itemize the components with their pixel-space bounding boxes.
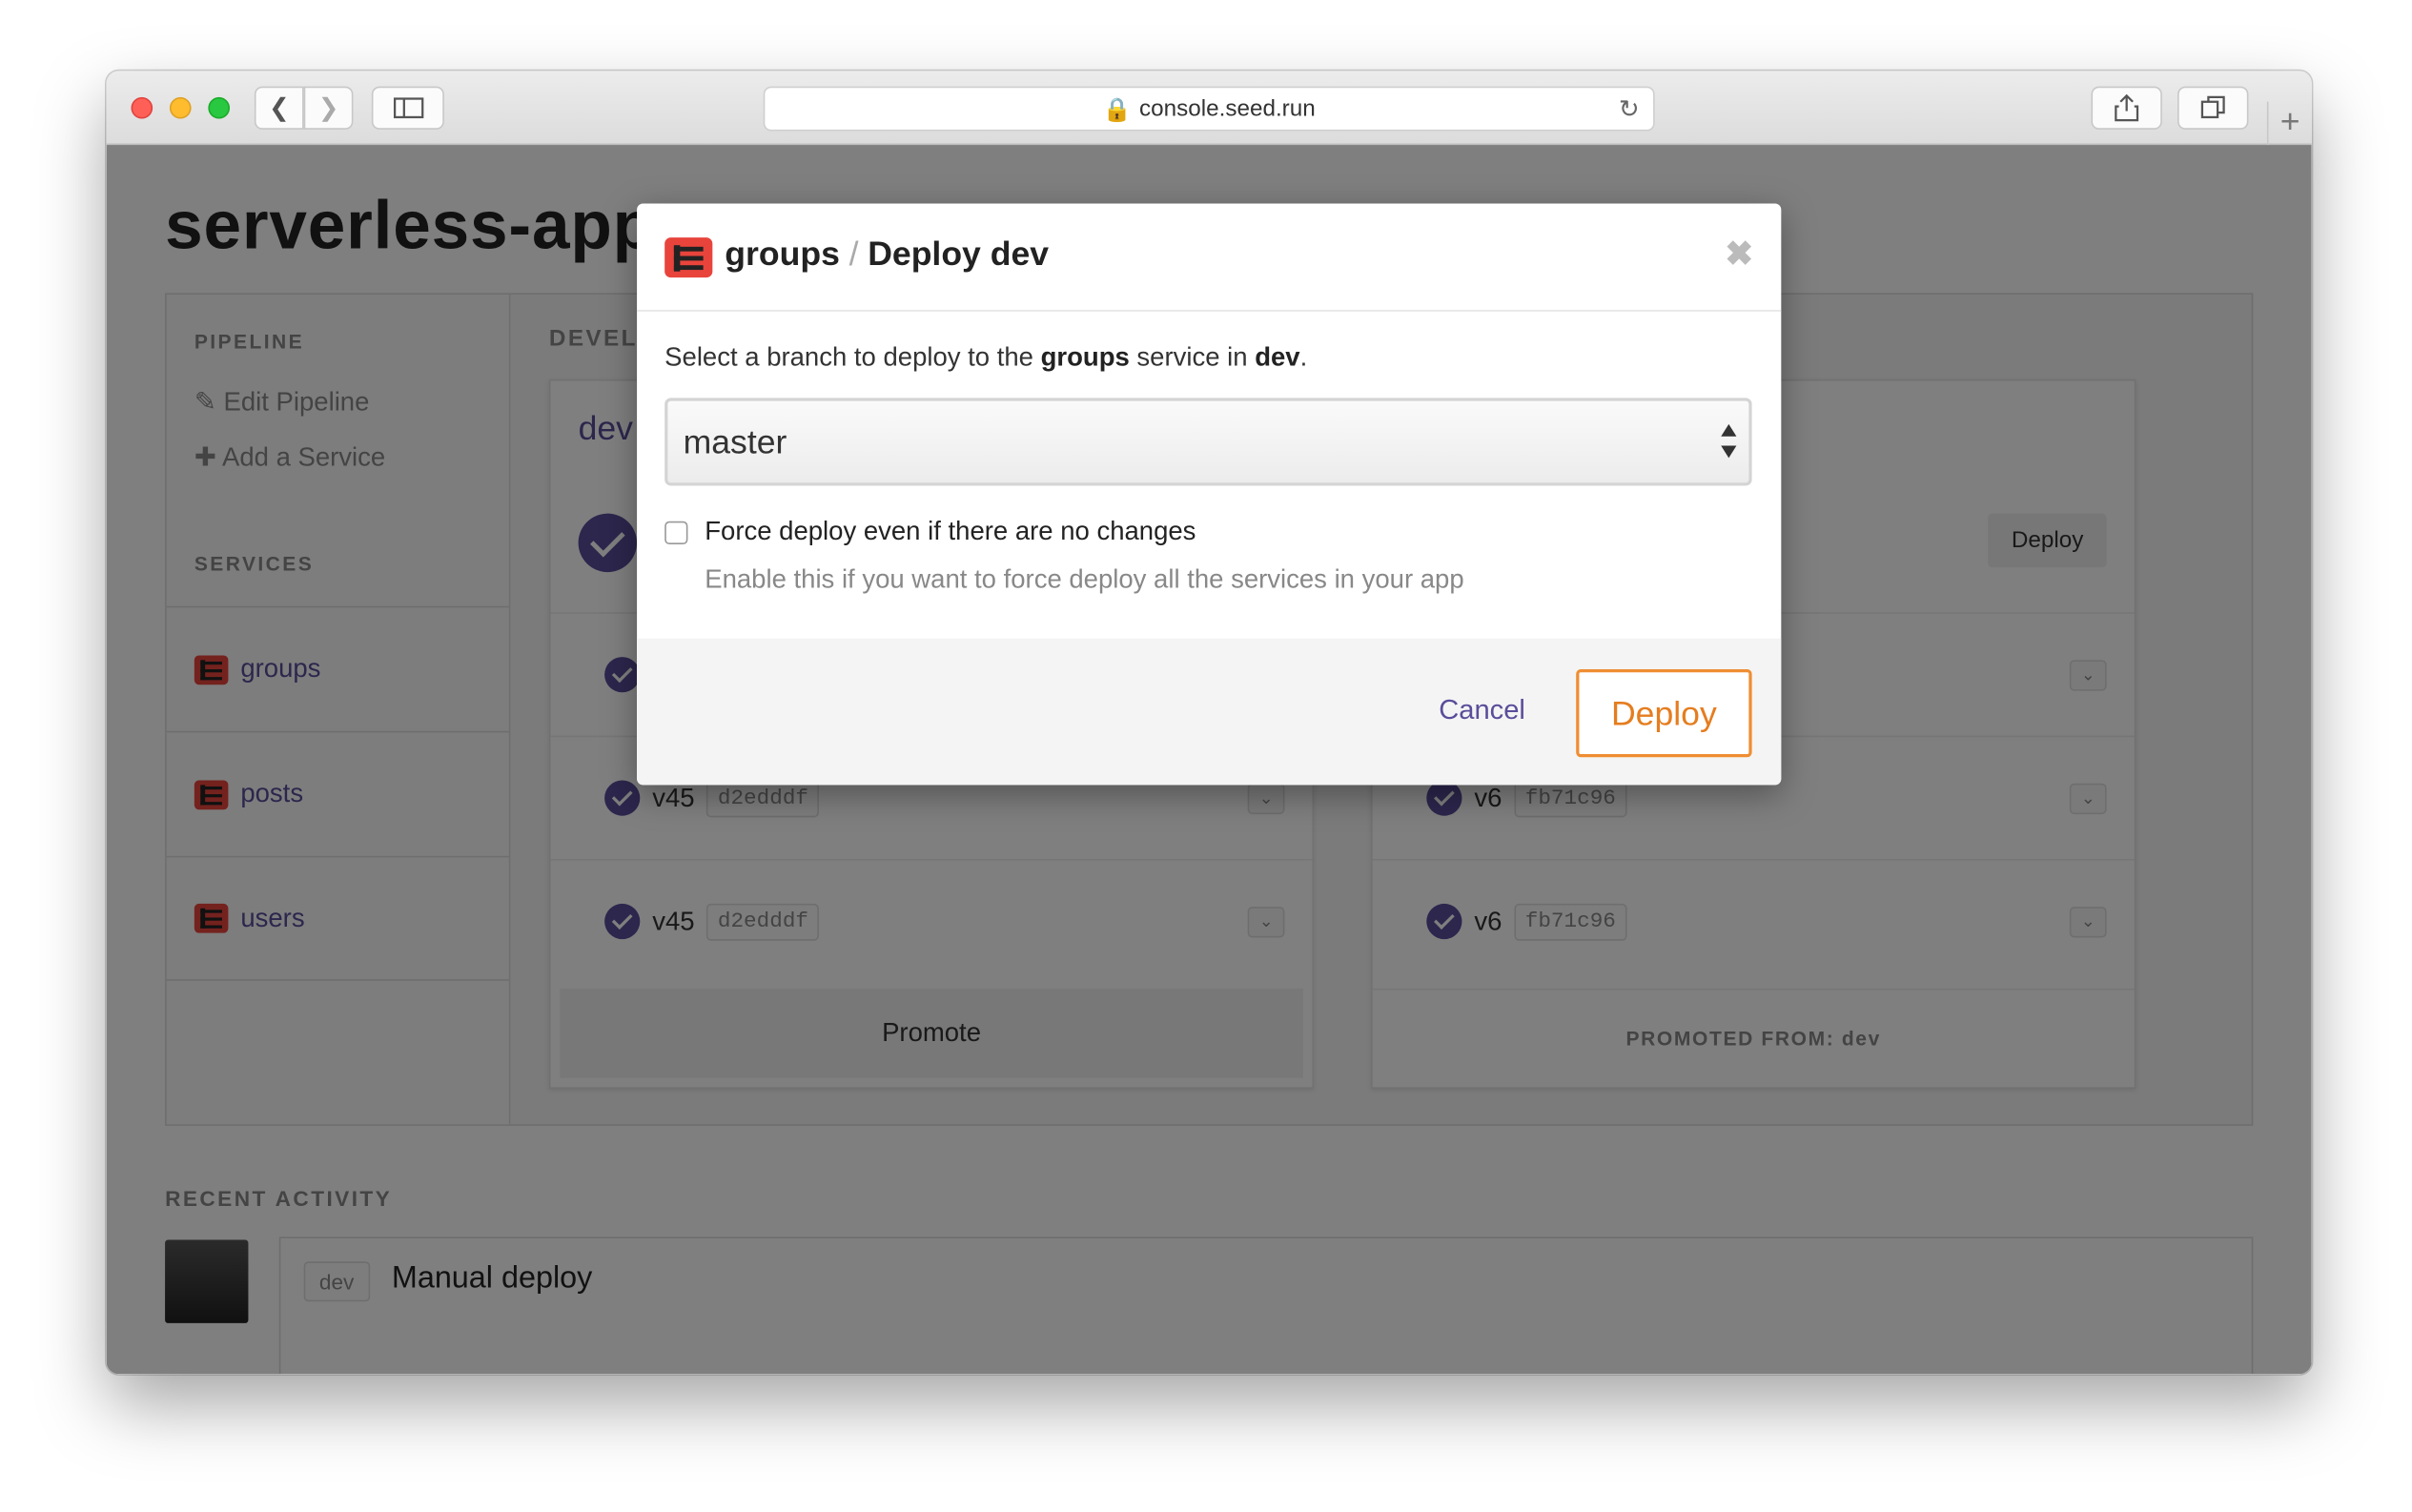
branch-select[interactable]: master: [664, 398, 1752, 486]
force-deploy-checkbox[interactable]: [664, 521, 688, 545]
url-text: console.seed.run: [1138, 95, 1316, 122]
title-separator: /: [848, 234, 859, 274]
modal-footer: Cancel Deploy: [637, 638, 1782, 786]
lock-icon: 🔒: [1102, 96, 1132, 123]
service-icon: [664, 237, 713, 278]
force-deploy-label[interactable]: Force deploy even if there are no change…: [705, 517, 1196, 547]
forward-button[interactable]: ❯: [303, 86, 354, 130]
share-button[interactable]: [2091, 86, 2162, 130]
browser-toolbar: ❮ ❯ 🔒 console.seed.run ↻ +: [106, 71, 2312, 146]
modal-header: groups / Deploy dev ✖: [637, 204, 1782, 312]
sidebar-toggle-button[interactable]: [371, 86, 444, 130]
desc-stage: dev: [1255, 342, 1300, 372]
modal-title-text: Deploy dev: [868, 234, 1050, 274]
back-button[interactable]: ❮: [254, 86, 304, 130]
sidebar-icon: [393, 97, 423, 119]
cancel-button[interactable]: Cancel: [1439, 694, 1525, 726]
new-tab-button[interactable]: +: [2266, 101, 2312, 146]
plus-icon: +: [2279, 101, 2300, 141]
share-icon: [2115, 93, 2139, 122]
modal-service-name: groups: [725, 234, 840, 274]
close-window-button[interactable]: [131, 96, 153, 119]
branch-select-value: master: [683, 421, 787, 460]
modal-title: groups / Deploy dev: [725, 235, 1049, 275]
desc-text: Select a branch to deploy to the: [664, 342, 1041, 372]
deploy-modal: groups / Deploy dev ✖ Select a branch to d…: [637, 203, 1782, 786]
close-icon[interactable]: ✖: [1725, 235, 1753, 275]
chevron-left-icon: ❮: [268, 95, 290, 122]
reload-icon[interactable]: ↻: [1619, 94, 1640, 125]
tabs-icon: [2200, 95, 2225, 119]
force-deploy-help: Enable this if you want to force deploy …: [705, 564, 1464, 594]
select-arrows-icon: [1718, 423, 1740, 461]
tabs-overview-button[interactable]: [2177, 86, 2249, 130]
desc-text: service in: [1129, 342, 1256, 372]
desc-service: groups: [1040, 342, 1130, 372]
zoom-window-button[interactable]: [208, 96, 231, 119]
modal-description: Select a branch to deploy to the groups …: [664, 342, 1307, 373]
address-bar[interactable]: 🔒 console.seed.run ↻: [763, 86, 1655, 132]
minimize-window-button[interactable]: [169, 96, 192, 119]
chevron-right-icon: ❯: [317, 95, 339, 122]
deploy-button[interactable]: Deploy: [1576, 669, 1752, 758]
desc-text: .: [1299, 342, 1308, 372]
